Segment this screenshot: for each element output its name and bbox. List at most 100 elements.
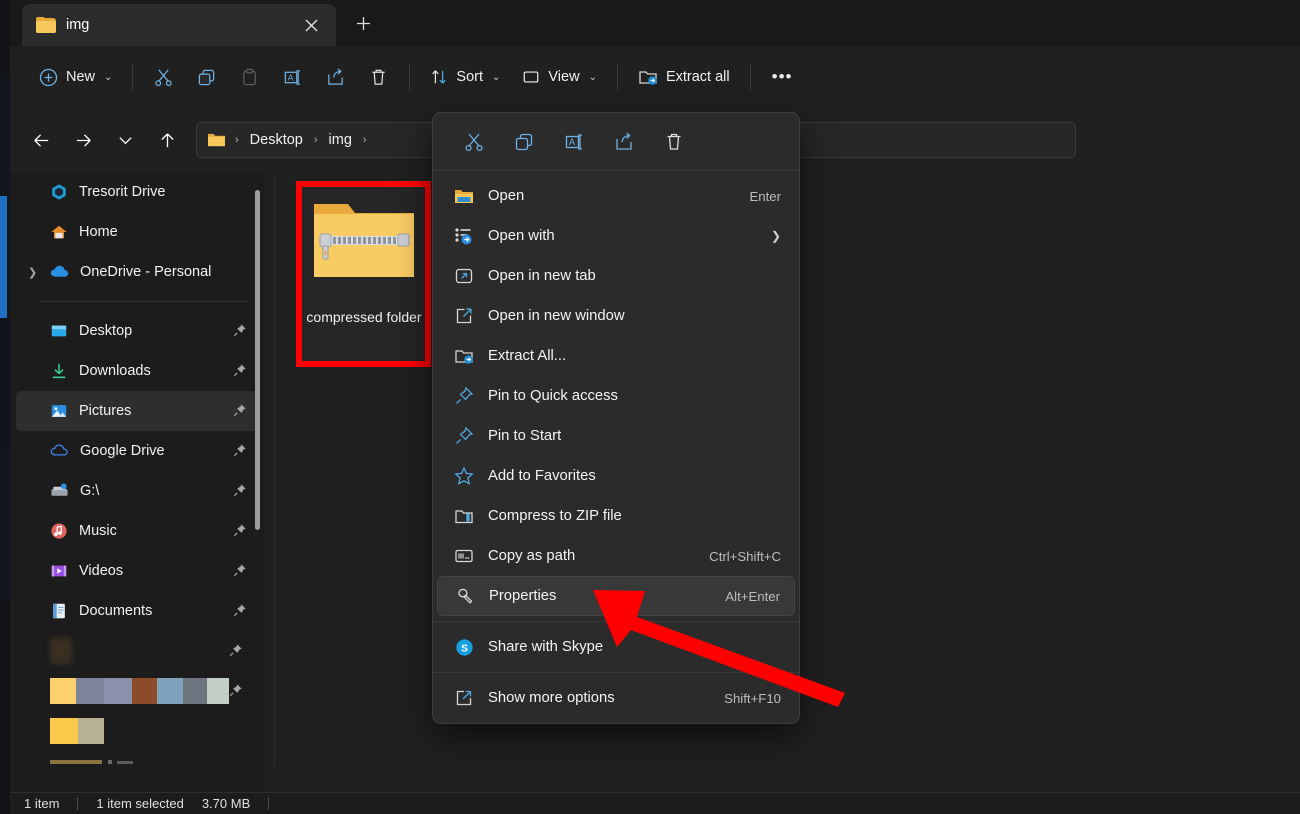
new-tab-button[interactable] bbox=[346, 8, 380, 38]
sidebar-item-documents[interactable]: Documents bbox=[16, 591, 259, 631]
close-icon[interactable] bbox=[296, 11, 326, 39]
sort-button[interactable]: Sort ⌄ bbox=[419, 59, 511, 95]
trash-icon bbox=[369, 68, 388, 87]
context-item-label: Properties bbox=[489, 588, 557, 604]
sidebar-item-home[interactable]: Home bbox=[16, 212, 259, 252]
up-button[interactable] bbox=[150, 123, 184, 157]
svg-text:S: S bbox=[461, 643, 468, 654]
context-item-open-in-new-window[interactable]: Open in new window bbox=[437, 296, 795, 336]
sidebar-item-redacted-3[interactable] bbox=[16, 711, 259, 751]
context-cut-button[interactable] bbox=[449, 122, 499, 162]
onedrive-icon bbox=[50, 263, 69, 281]
sidebar-item-redacted-1[interactable] bbox=[16, 631, 259, 671]
context-item-pin-to-quick-access[interactable]: Pin to Quick access bbox=[437, 376, 795, 416]
forward-button[interactable] bbox=[66, 123, 100, 157]
pin-icon[interactable] bbox=[233, 483, 247, 500]
pin-icon[interactable] bbox=[229, 643, 243, 660]
google-drive-icon bbox=[50, 442, 69, 460]
context-rename-button[interactable]: A bbox=[549, 122, 599, 162]
pin-icon[interactable] bbox=[233, 563, 247, 580]
context-item-add-to-favorites[interactable]: Add to Favorites bbox=[437, 456, 795, 496]
new-button[interactable]: New ⌄ bbox=[28, 59, 123, 95]
copy-path-icon bbox=[453, 547, 475, 565]
copy-button[interactable] bbox=[185, 59, 228, 95]
pin-icon[interactable] bbox=[229, 683, 243, 700]
context-item-open[interactable]: Open Enter bbox=[437, 176, 795, 216]
breadcrumb-img[interactable]: img bbox=[323, 129, 358, 151]
tab-title: img bbox=[66, 17, 90, 33]
rename-button[interactable]: A bbox=[271, 59, 314, 95]
context-item-label: Pin to Quick access bbox=[488, 388, 618, 404]
context-item-share-with-skype[interactable]: S Share with Skype bbox=[437, 627, 795, 667]
sidebar-item-onedrive-personal[interactable]: ❯ OneDrive - Personal bbox=[16, 252, 259, 292]
context-item-compress-to-zip[interactable]: Compress to ZIP file bbox=[437, 496, 795, 536]
view-button[interactable]: View ⌄ bbox=[511, 59, 608, 95]
sidebar-scrollbar[interactable] bbox=[255, 190, 260, 530]
context-item-properties[interactable]: Properties Alt+Enter bbox=[437, 576, 795, 616]
context-menu-toolbar: A bbox=[433, 113, 799, 171]
pin-icon[interactable] bbox=[233, 323, 247, 340]
context-item-extract-all[interactable]: Extract All... bbox=[437, 336, 795, 376]
pin-icon[interactable] bbox=[233, 443, 247, 460]
context-copy-button[interactable] bbox=[499, 122, 549, 162]
downloads-icon bbox=[50, 362, 68, 380]
navigation-pane[interactable]: Tresorit Drive Home ❯ OneDrive - Persona… bbox=[10, 172, 265, 792]
sidebar-item-desktop[interactable]: Desktop bbox=[16, 311, 259, 351]
context-item-open-in-new-tab[interactable]: Open in new tab bbox=[437, 256, 795, 296]
sidebar-item-google-drive[interactable]: Google Drive bbox=[16, 431, 259, 471]
context-item-open-with[interactable]: Open with ❯ bbox=[437, 216, 795, 256]
pin-icon[interactable] bbox=[233, 403, 247, 420]
sidebar-item-drive-g[interactable]: G:\ bbox=[16, 471, 259, 511]
zipped-folder-icon[interactable] bbox=[312, 196, 416, 282]
delete-button[interactable] bbox=[357, 59, 400, 95]
command-bar-divider-4 bbox=[749, 64, 751, 90]
status-selected-count: 1 item selected bbox=[96, 796, 184, 811]
redacted-block bbox=[78, 718, 104, 744]
cut-button[interactable] bbox=[142, 59, 185, 95]
command-bar-divider-2 bbox=[409, 64, 411, 90]
share-button[interactable] bbox=[314, 59, 357, 95]
context-menu-divider bbox=[433, 672, 799, 673]
sidebar-item-redacted-2[interactable] bbox=[16, 671, 259, 711]
redacted-block bbox=[76, 678, 104, 704]
copy-icon bbox=[514, 132, 534, 152]
recent-locations-button[interactable] bbox=[108, 123, 142, 157]
chevron-down-icon: ⌄ bbox=[104, 71, 113, 83]
context-delete-button[interactable] bbox=[649, 122, 699, 162]
extract-all-button[interactable]: Extract all bbox=[627, 59, 741, 95]
sidebar-divider bbox=[38, 301, 247, 302]
copy-icon bbox=[197, 68, 216, 87]
redacted-block bbox=[108, 760, 112, 764]
breadcrumb-desktop[interactable]: Desktop bbox=[244, 129, 309, 151]
sidebar-item-downloads[interactable]: Downloads bbox=[16, 351, 259, 391]
context-item-copy-as-path[interactable]: Copy as path Ctrl+Shift+C bbox=[437, 536, 795, 576]
status-divider bbox=[77, 797, 79, 810]
pin-icon[interactable] bbox=[233, 363, 247, 380]
command-bar-divider-3 bbox=[616, 64, 618, 90]
share-icon bbox=[326, 67, 345, 87]
redacted-block bbox=[104, 678, 132, 704]
context-menu[interactable]: A Open Enter Open with ❯ Open in new tab… bbox=[432, 112, 800, 724]
pin-icon[interactable] bbox=[233, 603, 247, 620]
rename-icon: A bbox=[283, 68, 302, 87]
sidebar-item-pictures[interactable]: Pictures bbox=[16, 391, 259, 431]
context-item-show-more-options[interactable]: Show more options Shift+F10 bbox=[437, 678, 795, 718]
back-button[interactable] bbox=[24, 123, 58, 157]
folder-icon bbox=[207, 132, 226, 148]
context-item-pin-to-start[interactable]: Pin to Start bbox=[437, 416, 795, 456]
more-options-button[interactable]: ••• bbox=[760, 59, 805, 95]
desktop-edge-segment-bottom bbox=[0, 600, 10, 814]
sidebar-item-tresorit-drive[interactable]: Tresorit Drive bbox=[16, 172, 259, 212]
sidebar-item-videos[interactable]: Videos bbox=[16, 551, 259, 591]
chevron-right-icon[interactable]: ❯ bbox=[28, 266, 37, 279]
redacted-block bbox=[157, 678, 183, 704]
status-bar: 1 item 1 item selected 3.70 MB bbox=[10, 792, 1300, 814]
share-icon bbox=[614, 131, 634, 152]
pin-icon bbox=[453, 426, 475, 446]
context-share-button[interactable] bbox=[599, 122, 649, 162]
sidebar-item-music[interactable]: Music bbox=[16, 511, 259, 551]
tab-img[interactable]: img bbox=[22, 4, 336, 46]
sidebar-item-redacted-4[interactable] bbox=[16, 751, 259, 773]
pictures-icon bbox=[50, 402, 68, 420]
pin-icon[interactable] bbox=[233, 523, 247, 540]
